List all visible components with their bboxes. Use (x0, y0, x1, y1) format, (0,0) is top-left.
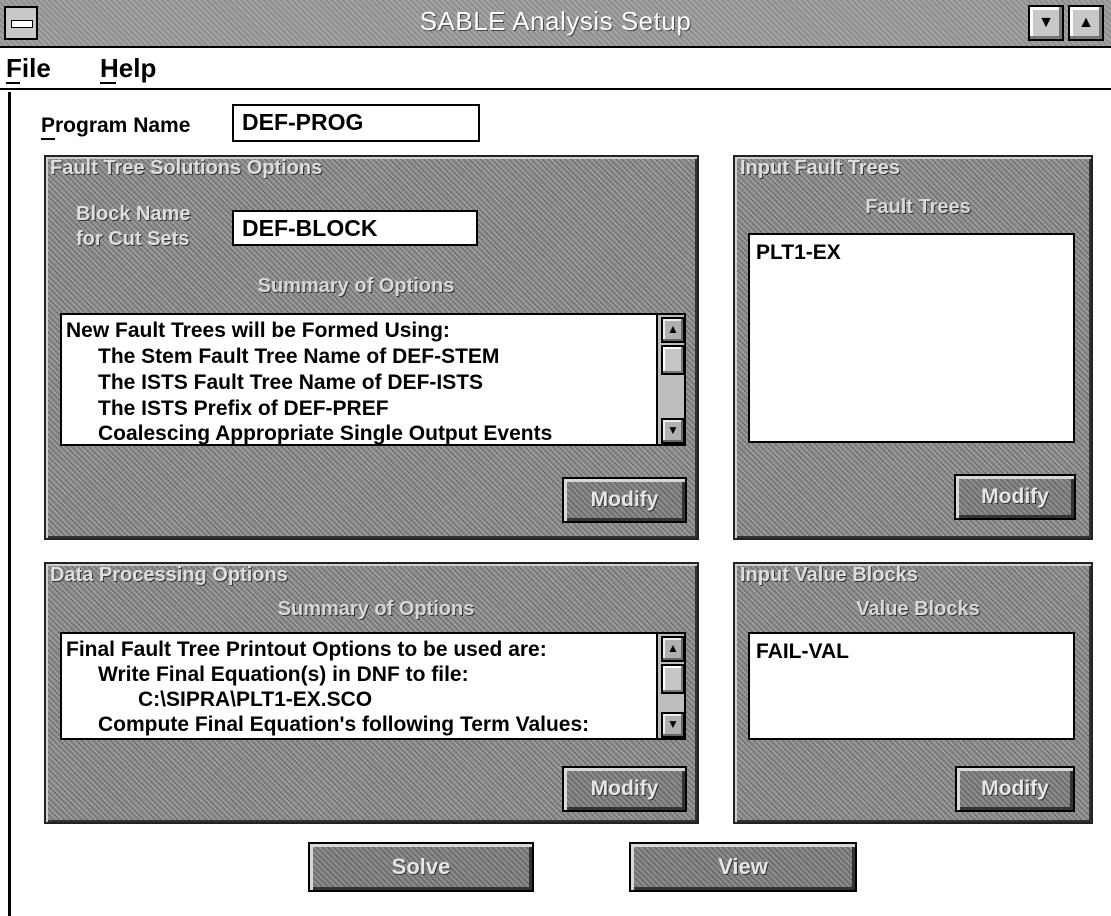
list-item[interactable]: FAIL-VAL (756, 638, 849, 665)
summary-options-label: Summary of Options (257, 275, 455, 297)
vertical-scrollbar[interactable]: ▲ ▼ (656, 315, 685, 444)
input-fault-trees-modify-button[interactable]: Modify (954, 474, 1076, 520)
program-name-field[interactable]: DEF-PROG (232, 104, 480, 142)
maximize-button[interactable]: ▲ (1068, 5, 1104, 41)
fault-tree-summary-list[interactable]: New Fault Trees will be Formed Using: Th… (60, 313, 686, 446)
summary-line: Compute Final Equation's following Term … (98, 713, 590, 736)
scroll-up-icon[interactable]: ▲ (661, 636, 685, 662)
block-name-label-1: Block Name (76, 203, 191, 225)
scroll-thumb[interactable] (661, 664, 685, 694)
summary-line: Final Fault Tree Printout Options to be … (66, 638, 547, 661)
block-name-field[interactable]: DEF-BLOCK (232, 210, 478, 246)
help-mnemonic-underline (100, 82, 116, 84)
window-left-border (8, 92, 11, 916)
scroll-down-icon[interactable]: ▼ (661, 712, 685, 738)
program-name-label: Program Name (41, 114, 191, 137)
input-fault-trees-title: Input Fault Trees (740, 157, 901, 179)
solve-button[interactable]: Solve (308, 842, 534, 892)
menu-bar (0, 50, 1111, 90)
data-summary-options-label: Summary of Options (277, 598, 475, 620)
minimize-button[interactable]: ▼ (1028, 5, 1064, 41)
summary-line: C:\SIPRA\PLT1-EX.SCO (138, 688, 373, 711)
summary-line: The Stem Fault Tree Name of DEF-STEM (98, 345, 500, 368)
vertical-scrollbar[interactable]: ▲ ▼ (656, 634, 685, 738)
fault-trees-list[interactable]: PLT1-EX (748, 233, 1075, 443)
list-item[interactable]: PLT1-EX (756, 239, 841, 266)
value-blocks-list[interactable]: FAIL-VAL (748, 632, 1075, 740)
view-button[interactable]: View (629, 842, 857, 892)
block-name-label-2: for Cut Sets (76, 228, 190, 250)
scroll-thumb[interactable] (661, 345, 685, 375)
summary-line: Coalescing Appropriate Single Output Eve… (98, 422, 553, 445)
scroll-down-icon[interactable]: ▼ (661, 418, 685, 444)
menu-file[interactable]: File (6, 53, 51, 84)
minimize-icon: ▼ (1038, 14, 1054, 31)
fault-trees-header: Fault Trees (865, 196, 971, 218)
summary-line: The ISTS Fault Tree Name of DEF-ISTS (98, 371, 484, 394)
data-processing-summary-list[interactable]: Final Fault Tree Printout Options to be … (60, 632, 686, 740)
data-processing-title: Data Processing Options (50, 564, 288, 586)
value-blocks-header: Value Blocks (856, 598, 980, 620)
file-mnemonic-underline (6, 82, 20, 84)
menu-help[interactable]: Help (100, 53, 156, 84)
maximize-icon: ▲ (1078, 14, 1094, 31)
summary-line: The ISTS Prefix of DEF-PREF (98, 397, 389, 420)
data-processing-modify-button[interactable]: Modify (562, 766, 687, 812)
window-title: SABLE Analysis Setup (419, 6, 692, 36)
summary-line: New Fault Trees will be Formed Using: (66, 319, 450, 342)
input-value-blocks-modify-button[interactable]: Modify (955, 766, 1075, 812)
input-value-blocks-title: Input Value Blocks (740, 564, 918, 586)
fault-tree-solutions-modify-button[interactable]: Modify (562, 477, 687, 523)
scroll-up-icon[interactable]: ▲ (661, 317, 685, 343)
fault-tree-solutions-title: Fault Tree Solutions Options (50, 157, 323, 179)
program-mnemonic-underline (41, 138, 55, 140)
summary-line: Write Final Equation(s) in DNF to file: (98, 663, 469, 686)
